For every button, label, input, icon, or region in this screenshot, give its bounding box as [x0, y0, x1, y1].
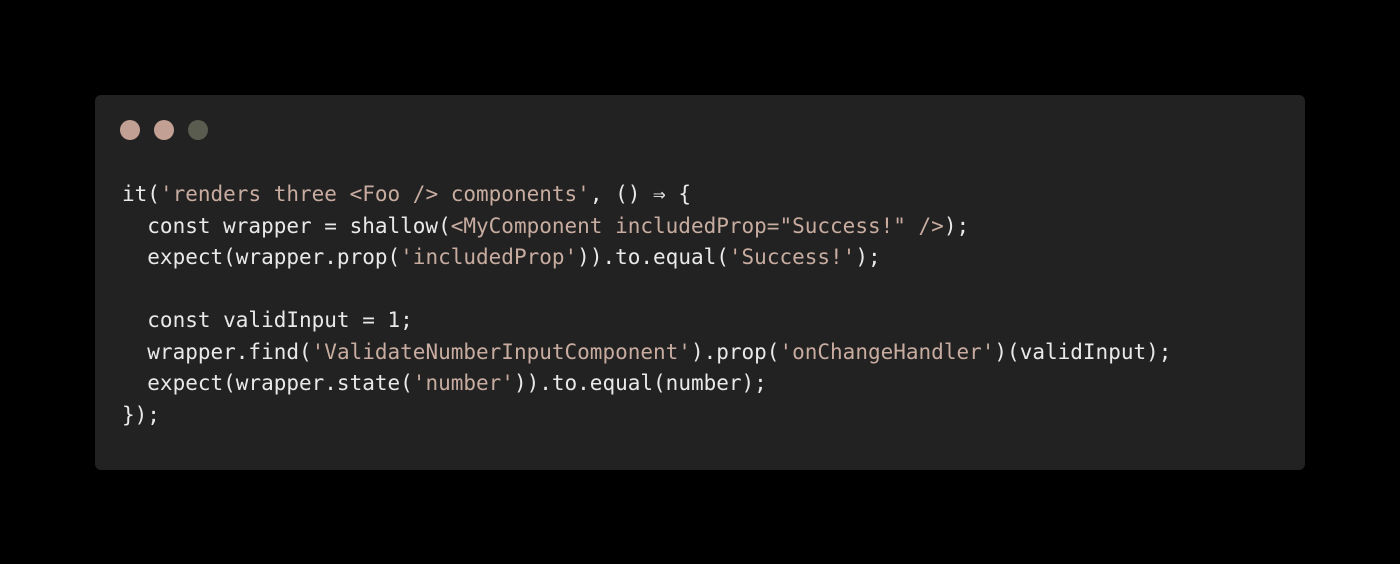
code-token: )(validInput); [994, 339, 1172, 364]
code-token: const validInput = 1; [122, 308, 413, 332]
code-line: wrapper.find('ValidateNumberInputCompone… [122, 337, 1171, 369]
code-line: expect(wrapper.prop('includedProp')).to.… [122, 242, 1171, 274]
code-token: ); [855, 245, 881, 269]
string-token: 'Success!' [728, 245, 856, 269]
code-token: const wrapper = shallow( [122, 213, 451, 238]
string-token: 'number' [412, 371, 514, 395]
code-token: wrapper.find( [122, 339, 312, 364]
code-token: expect(wrapper.prop( [122, 245, 401, 269]
string-token: <MyComponent includedProp="Success!" /> [450, 213, 944, 238]
string-token: 'includedProp' [400, 245, 578, 269]
code-token: , () ⇒ { [589, 182, 691, 206]
string-token: 'ValidateNumberInputComponent' [311, 339, 691, 364]
code-token: )).to.equal(number); [513, 371, 767, 395]
code-line: it('renders three <Foo /> components', (… [122, 179, 1171, 211]
code-token: ); [943, 213, 970, 238]
string-token: 'renders three <Foo /> components' [159, 182, 590, 206]
code-token: it( [122, 182, 160, 206]
code-block: it('renders three <Foo /> components', (… [122, 179, 1171, 431]
code-token: }); [122, 402, 160, 427]
code-line: }); [122, 400, 1171, 432]
code-line: const validInput = 1; [122, 305, 1171, 337]
zoom-button[interactable] [188, 120, 208, 140]
code-token: ).prop( [690, 339, 780, 364]
code-token: expect(wrapper.state( [122, 371, 413, 395]
string-token: 'onChangeHandler' [779, 339, 995, 364]
code-token: )).to.equal( [577, 245, 729, 269]
code-line: const wrapper = shallow(<MyComponent inc… [122, 211, 1171, 243]
minimize-button[interactable] [154, 120, 174, 140]
code-line: expect(wrapper.state('number')).to.equal… [122, 368, 1171, 400]
close-button[interactable] [120, 120, 140, 140]
code-window: it('renders three <Foo /> components', (… [95, 95, 1305, 470]
